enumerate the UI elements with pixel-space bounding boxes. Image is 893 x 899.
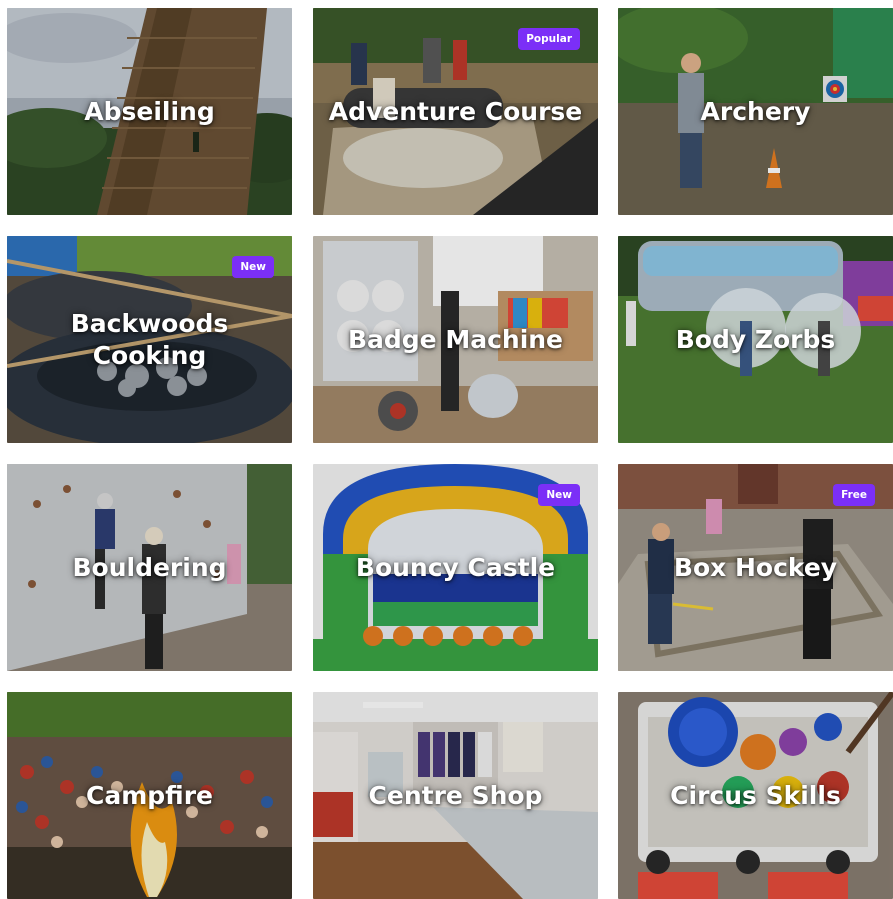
- activity-title: Bouncy Castle: [355, 552, 556, 582]
- activity-title: Bouldering: [72, 552, 227, 582]
- new-badge: New: [232, 256, 274, 278]
- activities-grid: Abseiling Adventure Course Popular Arche…: [0, 0, 893, 899]
- activity-card-circus-skills[interactable]: Circus Skills: [618, 692, 893, 899]
- activity-title: Campfire: [86, 780, 213, 810]
- activity-card-box-hockey[interactable]: Box Hockey Free: [618, 464, 893, 671]
- activity-card-archery[interactable]: Archery: [618, 8, 893, 215]
- activity-title: Box Hockey: [673, 552, 838, 582]
- activity-title: Backwoods Cooking: [70, 308, 229, 370]
- activity-title: Archery: [700, 96, 811, 126]
- activity-card-body-zorbs[interactable]: Body Zorbs: [618, 236, 893, 443]
- activity-card-campfire[interactable]: Campfire: [7, 692, 292, 899]
- activity-card-abseiling[interactable]: Abseiling: [7, 8, 292, 215]
- activity-card-centre-shop[interactable]: Centre Shop: [313, 692, 598, 899]
- activity-title: Badge Machine: [347, 324, 564, 354]
- activity-card-bouldering[interactable]: Bouldering: [7, 464, 292, 671]
- activity-card-badge-machine[interactable]: Badge Machine: [313, 236, 598, 443]
- activity-card-bouncy-castle[interactable]: Bouncy Castle New: [313, 464, 598, 671]
- activity-title: Centre Shop: [368, 780, 543, 810]
- activity-card-backwoods-cooking[interactable]: Backwoods Cooking New: [7, 236, 292, 443]
- activity-title: Body Zorbs: [675, 324, 836, 354]
- popular-badge: Popular: [518, 28, 580, 50]
- activity-card-adventure-course[interactable]: Adventure Course Popular: [313, 8, 598, 215]
- free-badge: Free: [833, 484, 875, 506]
- new-badge: New: [538, 484, 580, 506]
- activity-title: Adventure Course: [328, 96, 583, 126]
- activity-title: Circus Skills: [670, 780, 841, 810]
- activity-title: Abseiling: [84, 96, 215, 126]
